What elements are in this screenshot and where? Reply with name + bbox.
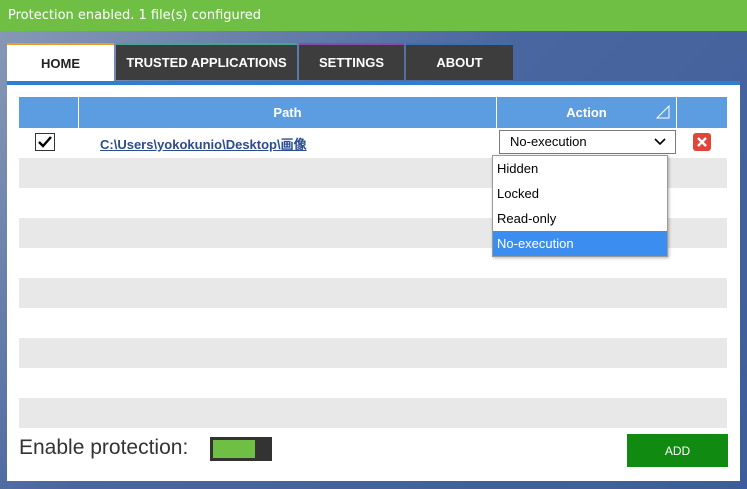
tab-trusted-applications[interactable]: TRUSTED APPLICATIONS [116,43,297,80]
toggle-fill [213,440,255,458]
table-row-empty [19,368,727,398]
file-path-link[interactable]: C:\Users\yokokunio\Desktop\画像 [100,134,307,153]
header-action[interactable]: Action [497,97,677,128]
table-row-empty [19,338,727,368]
table-row-empty [19,398,727,428]
header-path-label: Path [273,105,302,120]
table-row: C:\Users\yokokunio\Desktop\画像 No-executi… [19,128,727,158]
dropdown-option-locked[interactable]: Locked [493,181,667,206]
action-select-value: No-execution [510,134,587,149]
grid-header: Path Action [19,97,727,128]
table-row-empty [19,278,727,308]
header-check-column [19,97,79,128]
add-button[interactable]: ADD [627,434,728,467]
home-panel: Path Action C:\Users\yokokunio\Desktop\画… [7,85,740,481]
header-path[interactable]: Path [79,97,497,128]
chevron-down-icon [654,138,666,146]
delete-button[interactable] [693,133,711,151]
action-select[interactable]: No-execution [499,130,676,154]
add-button-label: ADD [664,443,691,458]
tab-settings-label: SETTINGS [318,55,384,70]
tab-about-label: ABOUT [436,55,483,70]
tab-settings[interactable]: SETTINGS [299,43,404,80]
tab-home[interactable]: HOME [7,43,114,81]
close-icon [697,137,707,147]
checkmark-icon [38,136,52,148]
dropdown-option-hidden[interactable]: Hidden [493,156,667,181]
status-bar: Protection enabled. 1 file(s) configured [0,0,747,31]
sort-triangle-icon [656,105,670,119]
dropdown-option-no-execution[interactable]: No-execution [493,231,667,256]
tab-about[interactable]: ABOUT [406,43,513,80]
tab-home-label: HOME [41,55,80,71]
action-dropdown-list: Hidden Locked Read-only No-execution [492,155,668,257]
enable-protection-toggle[interactable] [210,437,272,461]
status-text: Protection enabled. 1 file(s) configured [8,8,262,23]
table-row-empty [19,308,727,338]
protected-files-grid: Path Action C:\Users\yokokunio\Desktop\画… [19,97,727,428]
enable-protection-label: Enable protection: [19,436,189,459]
row-checkbox[interactable] [35,133,55,151]
dropdown-option-read-only[interactable]: Read-only [493,206,667,231]
header-action-label: Action [566,105,607,120]
tab-trusted-applications-label: TRUSTED APPLICATIONS [126,55,287,70]
header-delete-column [677,97,727,128]
